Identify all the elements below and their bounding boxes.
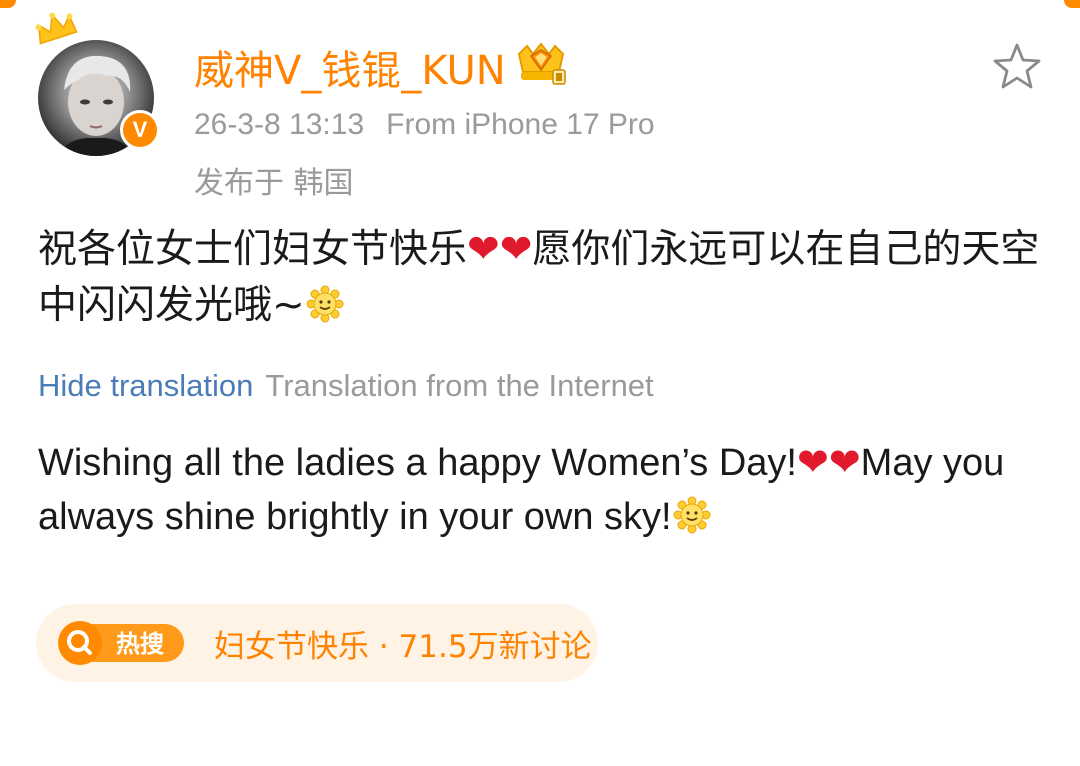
hot-search-topic[interactable]: 妇女节快乐 · 71.5万新讨论 — [214, 621, 592, 666]
username-link[interactable]: 威神V_钱锟_KUN — [194, 38, 506, 96]
post-meta: 26-3-8 13:13 From iPhone 17 Pro — [194, 108, 655, 142]
star-outline-icon[interactable] — [990, 40, 1044, 94]
verified-badge-icon: V — [120, 110, 160, 150]
top-left-accent — [0, 0, 16, 8]
post-source: From iPhone 17 Pro — [386, 108, 655, 141]
heart-emoji: ❤❤ — [467, 227, 533, 272]
post-location: 发布于 韩国 — [194, 166, 354, 201]
post-text-part1: 祝各位女士们妇女节快乐 — [38, 227, 468, 272]
hot-search-badge-label: 热搜 — [116, 630, 164, 658]
hot-search-pill[interactable]: 热搜 妇女节快乐 · 71.5万新讨论 — [36, 604, 598, 682]
hot-search-badge: 热搜 — [58, 621, 184, 665]
hide-translation-link[interactable]: Hide translation — [38, 368, 253, 403]
top-right-accent — [1064, 0, 1080, 8]
heart-emoji: ❤❤ — [796, 442, 861, 484]
vip-diamond-icon[interactable] — [513, 42, 569, 86]
post-body: 祝各位女士们妇女节快乐❤❤愿你们永远可以在自己的天空中闪闪发光哦~ — [38, 222, 1048, 334]
verified-badge-label: V — [132, 117, 148, 142]
post-timestamp: 26-3-8 13:13 — [194, 108, 365, 141]
avatar-container[interactable]: V — [35, 12, 160, 158]
sun-smile-emoji — [673, 496, 711, 534]
translation-source-label: Translation from the Internet — [265, 368, 654, 403]
crown-icon — [35, 12, 78, 45]
sun-smile-emoji — [306, 285, 344, 323]
translated-body: Wishing all the ladies a happy Women’s D… — [38, 436, 1058, 544]
weibo-post-card: V 威神V_钱锟_KUN 26-3-8 13:13 From iPhone 17 … — [0, 0, 1080, 766]
translation-bar: Hide translation Translation from the Int… — [38, 368, 654, 404]
translated-text-part1: Wishing all the ladies a happy Women’s D… — [38, 442, 797, 484]
